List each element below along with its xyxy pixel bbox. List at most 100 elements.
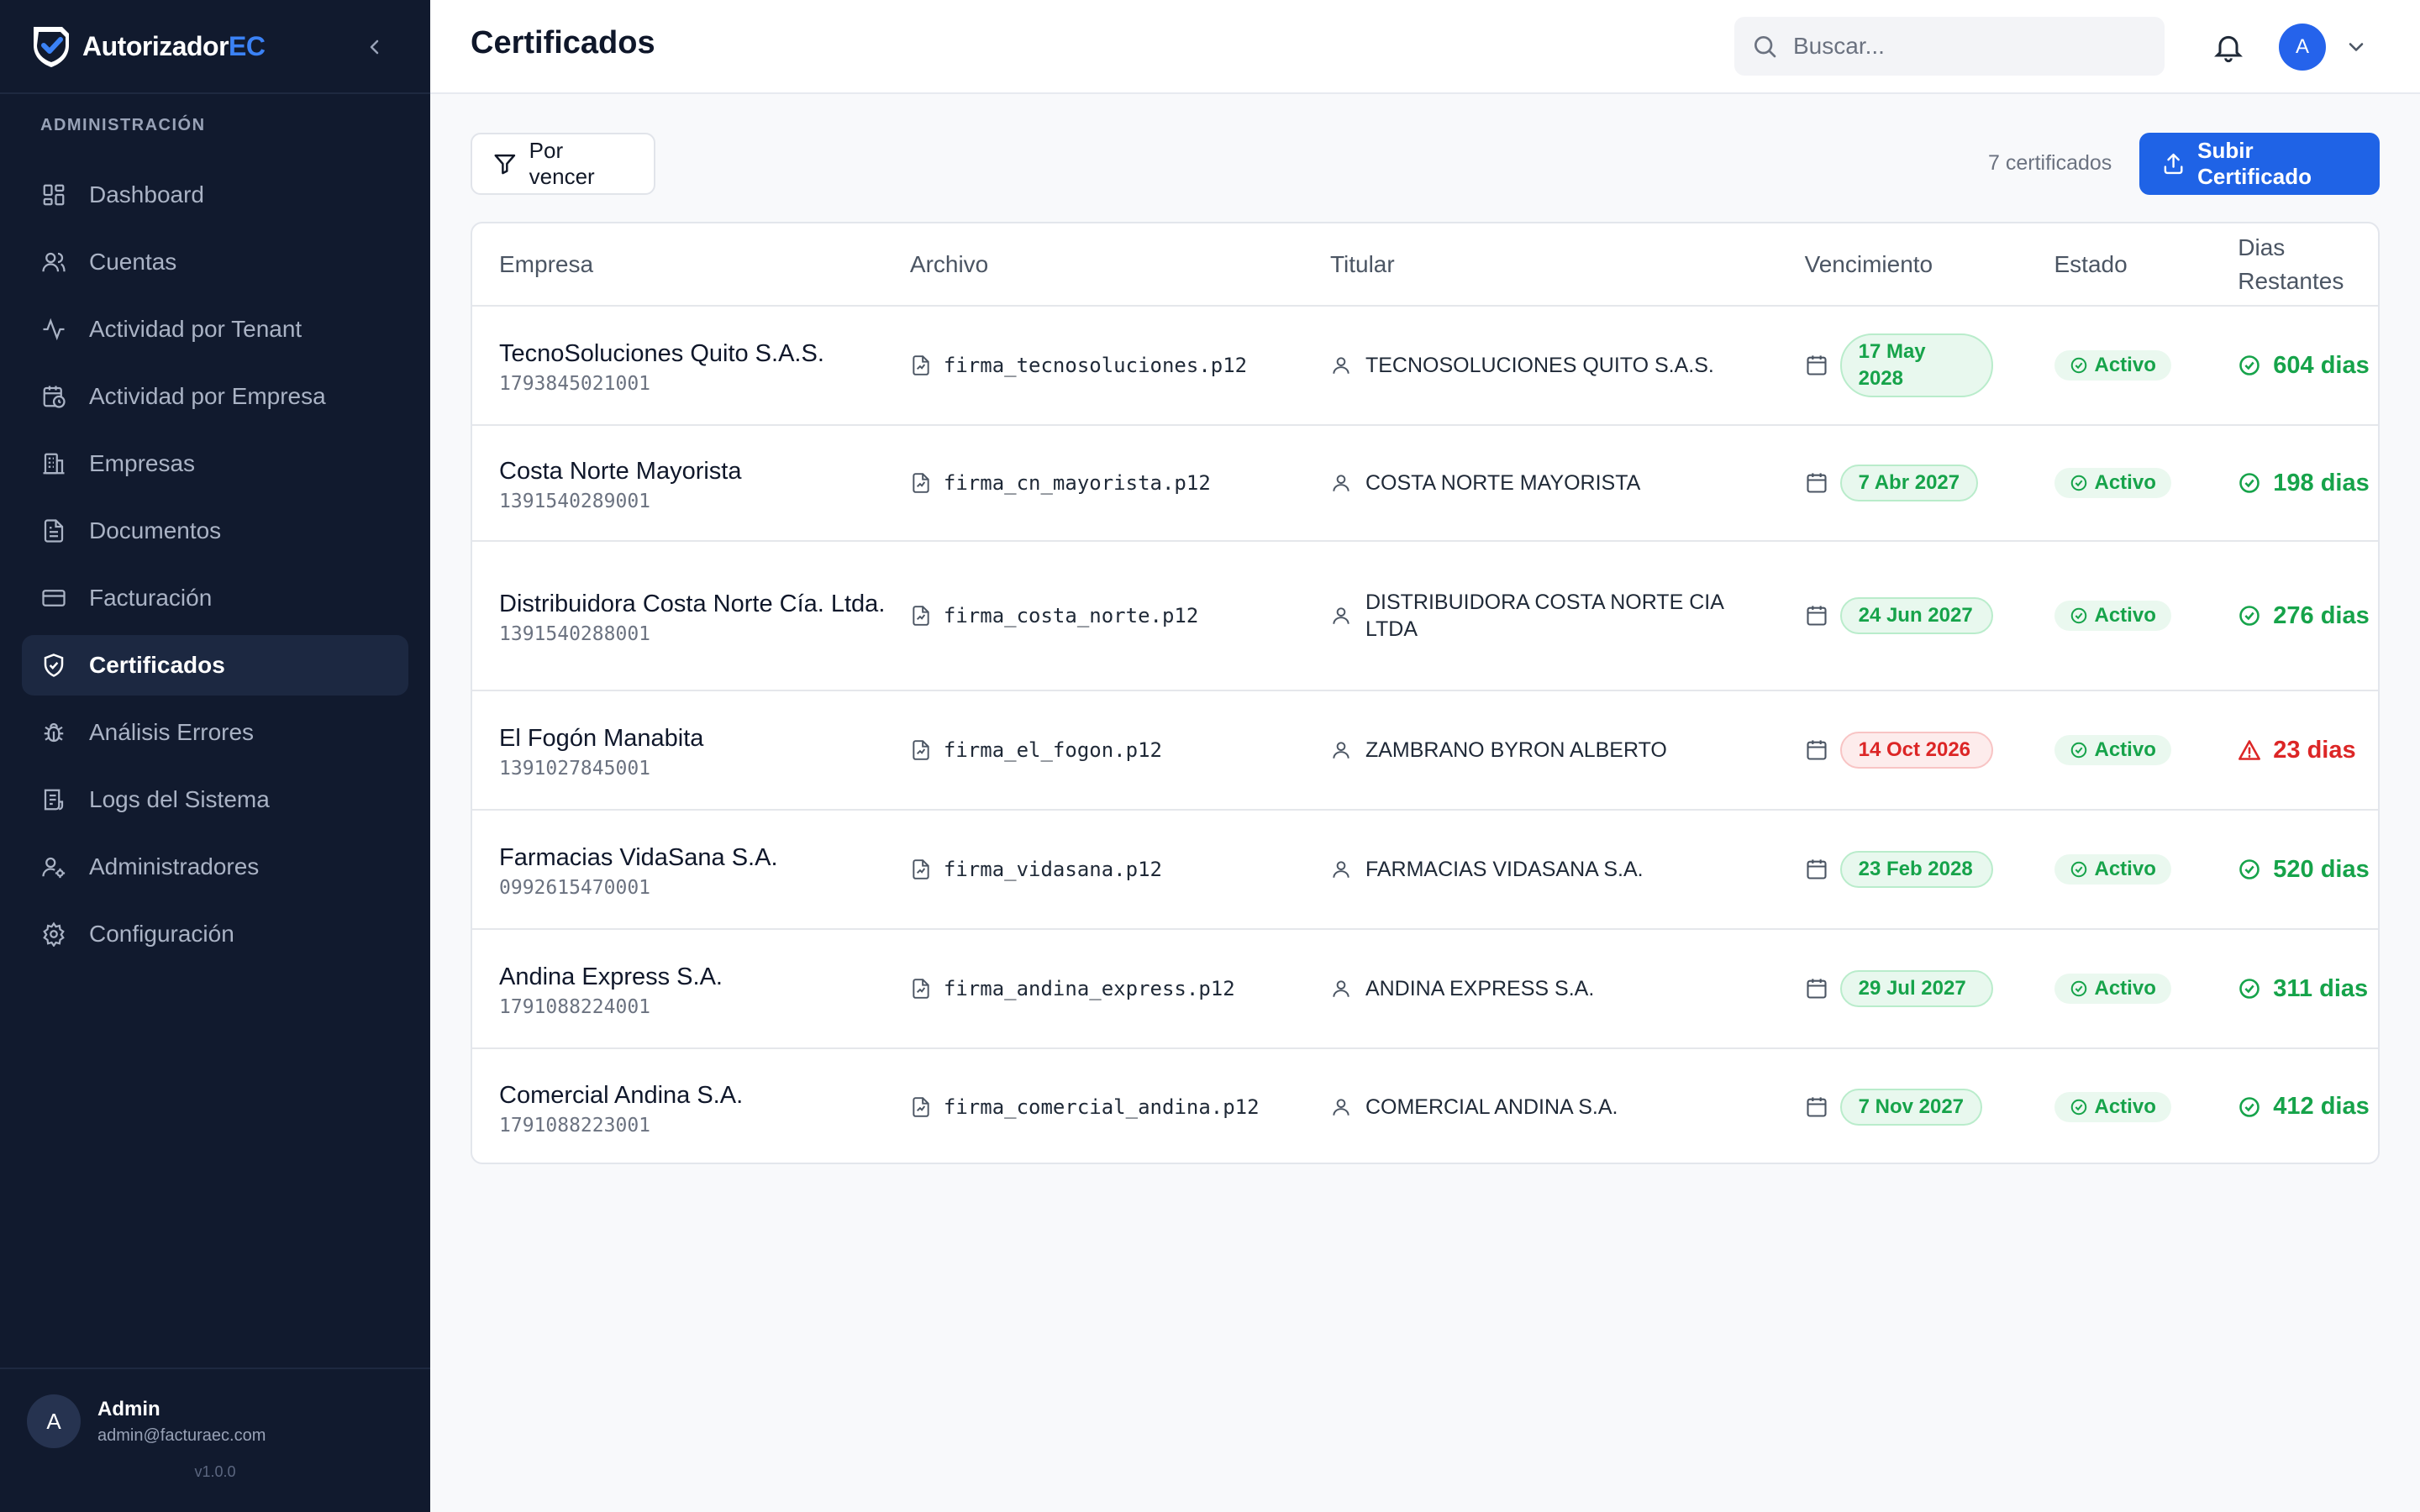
- warning-triangle-icon: [2238, 740, 2261, 760]
- column-header-empresa[interactable]: Empresa: [472, 223, 910, 307]
- expiry-date-badge: 24 Jun 2027: [1839, 597, 1993, 634]
- avatar: A: [27, 1394, 81, 1448]
- table-row[interactable]: El Fogón Manabita 1391027845001 firma_el_f…: [472, 690, 2378, 811]
- column-header-dias-restantes[interactable]: Dias Restantes: [2238, 223, 2378, 307]
- table-row[interactable]: Farmacias VidaSana S.A. 0992615470001 firm…: [472, 810, 2378, 930]
- user-email: admin@facturaec.com: [97, 1425, 266, 1445]
- estado-cell: Activo: [2054, 1048, 2238, 1163]
- file-name: firma_cn_mayorista.p12: [943, 471, 1211, 495]
- gear-icon: [40, 921, 67, 948]
- holder-name: COMERCIAL ANDINA S.A.: [1365, 1095, 1618, 1119]
- sidebar-item-logs[interactable]: Logs del Sistema: [22, 769, 408, 830]
- table-row[interactable]: Comercial Andina S.A. 1791088223001 firma_…: [472, 1048, 2378, 1163]
- empresa-ruc: 1793845021001: [499, 373, 651, 395]
- sidebar-item-documentos[interactable]: Documentos: [22, 501, 408, 561]
- sidebar-item-analisis-errores[interactable]: Análisis Errores: [22, 702, 408, 763]
- expiry-date-badge: 17 May 2028: [1839, 333, 1993, 397]
- vencimiento-cell: 7 Nov 2027: [1805, 1048, 2054, 1163]
- section-label: ADMINISTRACIÓN: [40, 116, 206, 134]
- column-header-estado[interactable]: Estado: [2054, 223, 2238, 307]
- check-circle-icon: [2070, 742, 2086, 759]
- empresa-name: Costa Norte Mayorista: [499, 458, 742, 485]
- file-signature-icon: [913, 473, 929, 493]
- dashboard-icon: [40, 181, 67, 208]
- holder-name: TECNOSOLUCIONES QUITO S.A.S.: [1365, 354, 1714, 377]
- empresa-name: TecnoSoluciones Quito S.A.S.: [499, 340, 824, 367]
- sidebar-item-configuracion[interactable]: Configuración: [22, 904, 408, 964]
- holder-name: DISTRIBUIDORA COSTA NORTE CIA LTDA: [1365, 591, 1723, 641]
- sidebar-item-administradores[interactable]: Administradores: [22, 837, 408, 897]
- archivo-cell: firma_tecnosoluciones.p12: [909, 306, 1330, 426]
- dias-cell: 198 dias: [2238, 425, 2378, 542]
- titular-cell: COMERCIAL ANDINA S.A.: [1330, 1048, 1805, 1163]
- user-cog-icon: [40, 853, 67, 880]
- notifications-button[interactable]: [2212, 30, 2245, 64]
- search-box[interactable]: [1734, 17, 2165, 76]
- estado-cell: Activo: [2054, 306, 2238, 426]
- holder-name: ANDINA EXPRESS S.A.: [1365, 977, 1595, 1000]
- file-name: firma_costa_norte.p12: [943, 604, 1199, 627]
- dias-cell: 604 dias: [2238, 306, 2378, 426]
- file-name: firma_vidasana.p12: [943, 858, 1162, 881]
- status-label: Activo: [2094, 471, 2156, 494]
- days-remaining: 311 dias: [2273, 974, 2369, 1002]
- file-name: firma_el_fogon.p12: [943, 738, 1162, 762]
- table-header-row: Empresa Archivo Titular Vencimiento Esta…: [472, 223, 2378, 307]
- filter-expiring-button[interactable]: Por vencer: [471, 133, 655, 195]
- user-profile[interactable]: A Admin admin@facturaec.com: [0, 1369, 430, 1448]
- expiry-date-badge: 23 Feb 2028: [1839, 851, 1993, 888]
- sidebar-item-actividad-tenant[interactable]: Actividad por Tenant: [22, 299, 408, 360]
- empresa-ruc: 1791088223001: [499, 1114, 651, 1137]
- holder-name: FARMACIAS VIDASANA S.A.: [1365, 858, 1644, 881]
- sidebar-item-cuentas[interactable]: Cuentas: [22, 232, 408, 292]
- page-title: Certificados: [471, 25, 655, 60]
- check-circle-icon: [2070, 357, 2086, 374]
- table-row[interactable]: Costa Norte Mayorista 1391540289001 firma_…: [472, 425, 2378, 542]
- user-icon: [1333, 475, 1349, 491]
- column-header-vencimiento[interactable]: Vencimiento: [1804, 223, 2054, 307]
- user-icon: [1333, 980, 1349, 997]
- vencimiento-cell: 24 Jun 2027: [1804, 541, 2054, 691]
- estado-cell: Activo: [2054, 425, 2238, 542]
- user-icon: [1333, 742, 1349, 759]
- column-header-archivo[interactable]: Archivo: [909, 223, 1330, 307]
- check-circle-icon: [2239, 473, 2260, 493]
- search-input[interactable]: [1793, 33, 2146, 60]
- bug-icon: [40, 719, 67, 746]
- table-row[interactable]: Distribuidora Costa Norte Cía. Ltda. 1391…: [472, 541, 2378, 691]
- days-remaining: 412 dias: [2273, 1093, 2370, 1120]
- table-row[interactable]: Andina Express S.A. 1791088224001 firma_an…: [472, 929, 2378, 1049]
- estado-cell: Activo: [2054, 810, 2238, 930]
- expiry-date-badge: 29 Jul 2027: [1839, 970, 1993, 1007]
- check-circle-icon: [2070, 980, 2086, 997]
- search-icon: [1754, 36, 1776, 58]
- days-remaining: 198 dias: [2273, 469, 2370, 496]
- sidebar-item-actividad-empresa[interactable]: Actividad por Empresa: [22, 366, 408, 427]
- check-circle-icon: [2239, 606, 2260, 626]
- sidebar-item-certificados[interactable]: Certificados: [22, 635, 408, 696]
- dias-cell: 520 dias: [2238, 810, 2378, 930]
- calendar-icon: [1807, 979, 1827, 999]
- sidebar-item-empresas[interactable]: Empresas: [22, 433, 408, 494]
- file-signature-icon: [913, 740, 929, 760]
- collapse-sidebar-button[interactable]: [360, 32, 390, 62]
- check-circle-icon: [2239, 859, 2260, 879]
- filter-label: Por vencer: [529, 138, 595, 189]
- activity-icon: [40, 316, 67, 343]
- titular-cell: TECNOSOLUCIONES QUITO S.A.S.: [1329, 306, 1805, 426]
- chevron-down-icon[interactable]: [2344, 35, 2368, 59]
- file-signature-icon: [913, 859, 929, 879]
- status-label: Activo: [2094, 1095, 2156, 1118]
- column-header-titular[interactable]: Titular: [1329, 223, 1805, 307]
- titular-cell: DISTRIBUIDORA COSTA NORTE CIA LTDA: [1329, 541, 1805, 691]
- dias-cell: 412 dias: [2238, 1048, 2378, 1163]
- sidebar-item-dashboard[interactable]: Dashboard: [22, 165, 408, 225]
- user-avatar-button[interactable]: A: [2279, 24, 2326, 71]
- table-row[interactable]: TecnoSoluciones Quito S.A.S. 179384502100…: [472, 306, 2378, 426]
- upload-certificate-button[interactable]: Subir Certificado: [2139, 133, 2380, 195]
- sidebar-item-label: Cuentas: [89, 249, 177, 275]
- sidebar: AutorizadorEC ADMINISTRACIÓN Dashboard C…: [0, 0, 430, 1512]
- vencimiento-cell: 29 Jul 2027: [1804, 929, 2054, 1049]
- status-badge: Activo: [2054, 854, 2171, 885]
- sidebar-item-facturacion[interactable]: Facturación: [22, 568, 408, 628]
